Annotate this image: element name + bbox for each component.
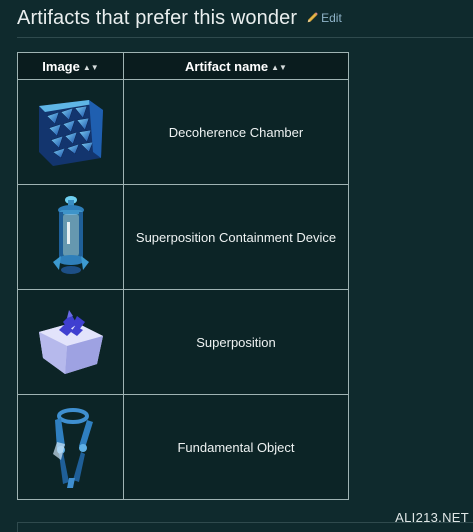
sort-both-icon[interactable]: ▲▼ bbox=[271, 63, 287, 72]
superposition-icon[interactable] bbox=[31, 302, 111, 382]
sort-both-icon[interactable]: ▲▼ bbox=[83, 63, 99, 72]
artifact-image-cell bbox=[17, 394, 124, 500]
column-header-artifact-name[interactable]: Artifact name ▲▼ bbox=[123, 52, 349, 80]
table-row: Decoherence Chamber bbox=[17, 79, 349, 185]
artifacts-table: Image ▲▼ Artifact name ▲▼ Decoherence Ch… bbox=[17, 52, 349, 500]
edit-label[interactable]: Edit bbox=[321, 11, 342, 25]
column-header-label: Image bbox=[42, 58, 80, 74]
decoherence-chamber-icon[interactable] bbox=[31, 92, 111, 172]
artifact-image-cell bbox=[17, 79, 124, 185]
table-row: Fundamental Object bbox=[17, 394, 349, 500]
pencil-icon bbox=[307, 12, 318, 23]
superposition-containment-device-icon[interactable] bbox=[31, 192, 111, 282]
artifact-name-cell: Decoherence Chamber bbox=[123, 79, 349, 185]
table-row: Superposition bbox=[17, 289, 349, 395]
artifact-image-cell bbox=[17, 184, 124, 290]
column-header-label: Artifact name bbox=[185, 58, 269, 74]
artifact-name-cell: Superposition Containment Device bbox=[123, 184, 349, 290]
artifact-name-cell: Superposition bbox=[123, 289, 349, 395]
artifact-name-cell: Fundamental Object bbox=[123, 394, 349, 500]
table-row: Superposition Containment Device bbox=[17, 184, 349, 290]
watermark: ALI213.NET bbox=[395, 510, 469, 525]
column-header-image[interactable]: Image ▲▼ bbox=[17, 52, 124, 80]
fundamental-object-icon[interactable] bbox=[31, 402, 111, 492]
edit-link[interactable]: Edit bbox=[306, 11, 342, 25]
table-header-row: Image ▲▼ Artifact name ▲▼ bbox=[17, 52, 349, 80]
section-header: Artifacts that prefer this wonder Edit bbox=[17, 7, 473, 38]
section-title: Artifacts that prefer this wonder bbox=[17, 7, 298, 29]
artifact-image-cell bbox=[17, 289, 124, 395]
